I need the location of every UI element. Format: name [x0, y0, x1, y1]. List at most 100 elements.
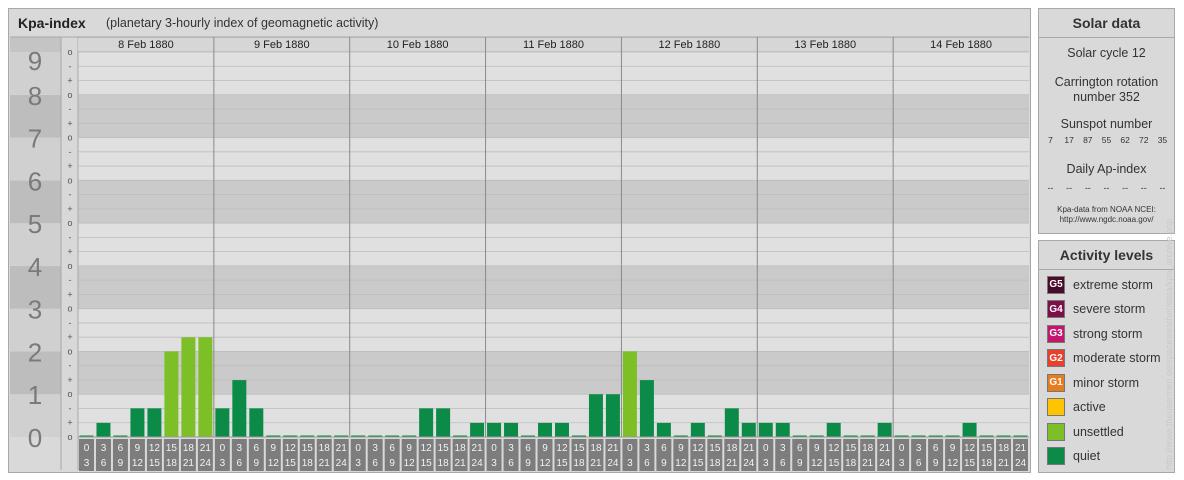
- hour-start-label: 9: [135, 443, 141, 454]
- hour-end-label: 21: [726, 458, 738, 469]
- hour-end-label: 24: [743, 458, 755, 469]
- sub-tick-label: +: [67, 161, 72, 171]
- hour-start-label: 0: [355, 443, 361, 454]
- hour-end-label: 24: [200, 458, 212, 469]
- legend-swatch: G1: [1047, 373, 1065, 392]
- hour-end-label: 18: [573, 458, 585, 469]
- hour-start-label: 12: [149, 443, 161, 454]
- sub-tick-label: +: [67, 247, 72, 257]
- kpa-bar: [147, 408, 162, 437]
- hour-end-label: 12: [268, 458, 280, 469]
- credit-line-2: http://www.ngdc.noaa.gov/: [1059, 215, 1154, 224]
- kpa-bar: [470, 422, 485, 437]
- sub-tick-label: -: [69, 190, 72, 200]
- hour-end-label: 9: [525, 458, 531, 469]
- day-label: 9 Feb 1880: [254, 39, 310, 51]
- sub-tick-label: -: [69, 318, 72, 328]
- legend-swatch: [1047, 422, 1065, 441]
- hour-start-label: 21: [607, 443, 619, 454]
- sub-tick-label: +: [67, 76, 72, 86]
- hour-end-label: 6: [916, 458, 922, 469]
- y-tick-label: 9: [28, 46, 42, 76]
- level-band: [10, 351, 1029, 395]
- kpa-bar: [826, 422, 841, 437]
- kpa-bar: [130, 408, 145, 437]
- hour-start-label: 18: [862, 443, 874, 454]
- hour-start-label: 0: [491, 443, 497, 454]
- legend-label: quiet: [1073, 449, 1101, 463]
- kpa-bar: [419, 408, 434, 437]
- hour-end-label: 21: [183, 458, 195, 469]
- hour-start-label: 3: [101, 443, 107, 454]
- day-label: 11 Feb 1880: [523, 39, 584, 51]
- day-label: 14 Feb 1880: [930, 39, 992, 51]
- sub-tick-label: -: [69, 232, 72, 242]
- y-tick-label: 6: [28, 166, 42, 196]
- hour-end-label: 9: [389, 458, 395, 469]
- sub-tick-label: o: [67, 175, 72, 185]
- legend-swatch: G5: [1047, 275, 1065, 294]
- hour-start-label: 12: [421, 443, 433, 454]
- y-tick-label: 7: [28, 124, 42, 154]
- hour-end-label: 18: [302, 458, 314, 469]
- sub-tick-label: o: [67, 261, 72, 271]
- hour-end-label: 18: [845, 458, 857, 469]
- hour-start-label: 21: [200, 443, 212, 454]
- legend-label: unsettled: [1073, 424, 1124, 439]
- hour-start-label: 21: [743, 443, 755, 454]
- legend-label: minor storm: [1073, 375, 1139, 390]
- hour-end-label: 21: [862, 458, 874, 469]
- kpa-bar: [164, 351, 179, 437]
- hour-end-label: 3: [491, 458, 497, 469]
- hour-start-label: 3: [780, 443, 786, 454]
- legend-label: severe storm: [1073, 302, 1146, 316]
- hour-end-label: 21: [590, 458, 602, 469]
- sub-tick-label: -: [69, 403, 72, 413]
- hour-end-label: 6: [644, 458, 650, 469]
- hour-end-label: 6: [372, 458, 378, 469]
- sunspot-label: Sunspot number: [1060, 117, 1153, 131]
- hour-start-label: 15: [981, 443, 993, 454]
- sub-tick-label: +: [67, 332, 72, 342]
- hour-start-label: 9: [950, 443, 956, 454]
- legend-item-quiet: quiet: [1047, 447, 1100, 466]
- kpa-bar: [877, 422, 892, 437]
- hour-end-label: 12: [132, 458, 144, 469]
- hour-start-label: 3: [916, 443, 922, 454]
- solar-cycle-text: Solar cycle 12: [1067, 46, 1146, 60]
- hour-start-label: 9: [678, 443, 684, 454]
- y-tick-label: 0: [28, 423, 42, 453]
- kpa-bar: [181, 337, 196, 437]
- hour-end-label: 3: [627, 458, 633, 469]
- sunspot-values: 7 17 87 55 62 72 35: [1043, 135, 1170, 145]
- level-band: [10, 265, 1029, 309]
- ap-value: --: [1159, 183, 1166, 193]
- kpa-bar: [639, 380, 654, 437]
- ap-index-values: -- -- -- -- -- -- --: [1043, 183, 1170, 193]
- hour-end-label: 18: [438, 458, 450, 469]
- hour-end-label: 6: [101, 458, 107, 469]
- carrington-line2: number 352: [1073, 90, 1140, 104]
- level-band: [10, 180, 1029, 224]
- hour-end-label: 6: [780, 458, 786, 469]
- hour-end-label: 15: [964, 458, 976, 469]
- hour-start-label: 15: [709, 443, 721, 454]
- hour-end-label: 24: [607, 458, 619, 469]
- kpa-bar: [690, 422, 705, 437]
- sunspot-value: 17: [1064, 135, 1074, 145]
- legend-swatch: G2: [1047, 349, 1065, 367]
- sub-tick-label: +: [67, 375, 72, 385]
- kpa-bar: [232, 380, 247, 437]
- sunspot-value: 62: [1120, 135, 1130, 145]
- kpa-bar: [741, 422, 756, 437]
- legend-item-extreme-storm: G5 extreme storm: [1047, 275, 1153, 294]
- hour-end-label: 12: [675, 458, 687, 469]
- hour-start-label: 12: [964, 443, 976, 454]
- hour-start-label: 0: [627, 443, 633, 454]
- hour-end-label: 15: [692, 458, 704, 469]
- y-tick-label: 5: [28, 209, 42, 239]
- hour-end-label: 9: [797, 458, 803, 469]
- hour-end-label: 21: [998, 458, 1010, 469]
- kpa-bar: [215, 408, 230, 437]
- legend-item-strong-storm: G3 strong storm: [1047, 324, 1142, 343]
